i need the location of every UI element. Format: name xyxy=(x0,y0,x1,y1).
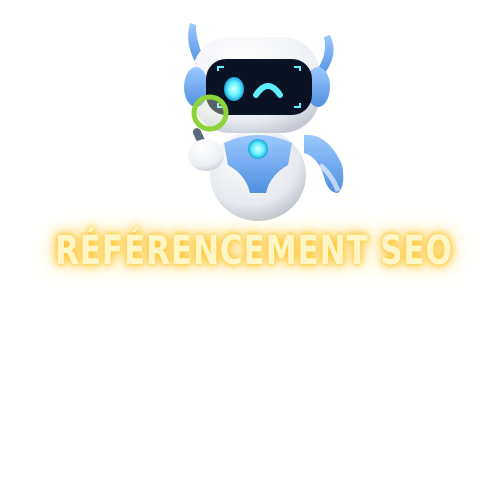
page-title: RÉFÉRENCEMENT SEO xyxy=(55,228,453,274)
magnifying-glass-icon xyxy=(191,94,229,132)
chest-light xyxy=(248,139,268,159)
left-eye-icon xyxy=(224,77,244,101)
canvas: RÉFÉRENCEMENT SEO xyxy=(0,0,500,500)
robot-mascot-icon xyxy=(184,23,344,221)
left-hand xyxy=(188,139,224,171)
